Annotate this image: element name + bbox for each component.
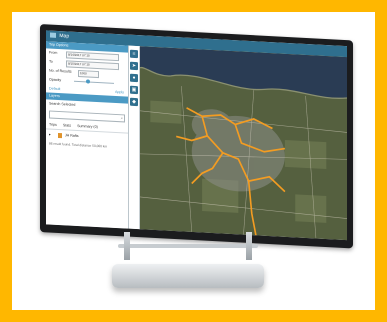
stand-hinge xyxy=(118,244,258,248)
result-title: JH Rafts xyxy=(64,133,79,139)
screen: Map Trip Options From 8/14/2017 07:15 To… xyxy=(46,30,347,241)
stand-leg-left xyxy=(124,232,130,260)
apply-link[interactable]: Apply xyxy=(115,88,124,96)
map-toolbar: ≡ ➤ ● ▣ ◆ xyxy=(129,45,140,230)
satellite-map[interactable] xyxy=(140,46,347,241)
results-label: No. of Results xyxy=(49,68,72,74)
from-label: From xyxy=(49,50,58,55)
truck-icon xyxy=(57,132,62,138)
layers-icon[interactable]: ≡ xyxy=(130,49,138,59)
car-icon[interactable]: ▣ xyxy=(130,85,138,95)
search-selected-label[interactable]: Search Selected xyxy=(49,101,75,106)
to-label: To xyxy=(49,59,53,64)
stand-leg-right xyxy=(246,232,252,260)
pin-icon[interactable]: ● xyxy=(130,73,138,83)
opacity-label: Opacity xyxy=(49,77,62,83)
side-panel: Trip Options From 8/14/2017 07:15 To 8/1… xyxy=(46,41,129,229)
monitor-base xyxy=(112,264,264,288)
opacity-slider-handle[interactable] xyxy=(86,79,90,84)
tab-stats[interactable]: Stats xyxy=(63,123,71,127)
stack-icon[interactable]: ◆ xyxy=(130,97,138,107)
tab-summary[interactable]: Summary (0) xyxy=(77,124,98,129)
app-title: Map xyxy=(59,33,70,40)
map-canvas[interactable] xyxy=(140,46,347,241)
opacity-slider-track[interactable] xyxy=(74,80,114,84)
monitor-bezel: Map Trip Options From 8/14/2017 07:15 To… xyxy=(40,24,353,249)
app-logo-icon xyxy=(50,32,56,39)
search-icon[interactable]: ⌕ xyxy=(121,115,123,121)
compass-icon[interactable]: ➤ xyxy=(130,61,138,71)
tab-trips[interactable]: Trips xyxy=(49,122,57,126)
default-link[interactable]: Default xyxy=(49,86,60,91)
expand-icon[interactable]: ▸ xyxy=(49,132,51,136)
